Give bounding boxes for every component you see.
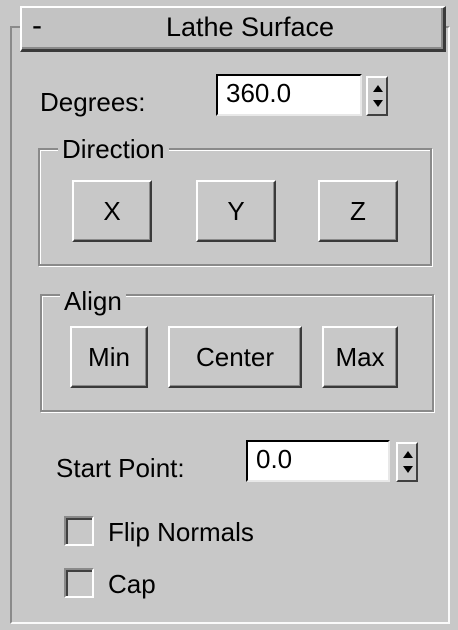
align-center-button[interactable]: Center [168, 326, 302, 388]
align-group-label: Align [60, 286, 126, 316]
collapse-icon[interactable]: - [32, 9, 42, 43]
direction-x-button[interactable]: X [72, 180, 152, 242]
rollout-title: Lathe Surface [165, 12, 335, 42]
cap-label[interactable]: Cap [108, 568, 156, 600]
start-point-input[interactable]: 0.0 [246, 440, 390, 482]
cap-checkbox[interactable] [64, 568, 94, 598]
direction-group-label: Direction [58, 134, 169, 164]
spinner-up-icon[interactable] [373, 85, 383, 92]
spinner-down-icon[interactable] [403, 466, 413, 473]
direction-z-button[interactable]: Z [318, 180, 398, 242]
spinner-down-icon[interactable] [373, 100, 383, 107]
start-point-spinner[interactable] [396, 442, 418, 482]
flip-normals-checkbox[interactable] [64, 516, 94, 546]
spinner-up-icon[interactable] [403, 451, 413, 458]
degrees-spinner[interactable] [366, 76, 388, 116]
align-max-button[interactable]: Max [322, 326, 398, 388]
degrees-label: Degrees: [40, 87, 146, 117]
direction-y-button[interactable]: Y [196, 180, 276, 242]
start-point-label: Start Point: [56, 453, 185, 483]
degrees-input[interactable]: 360.0 [216, 74, 362, 116]
flip-normals-label[interactable]: Flip Normals [108, 516, 254, 548]
align-min-button[interactable]: Min [70, 326, 148, 388]
